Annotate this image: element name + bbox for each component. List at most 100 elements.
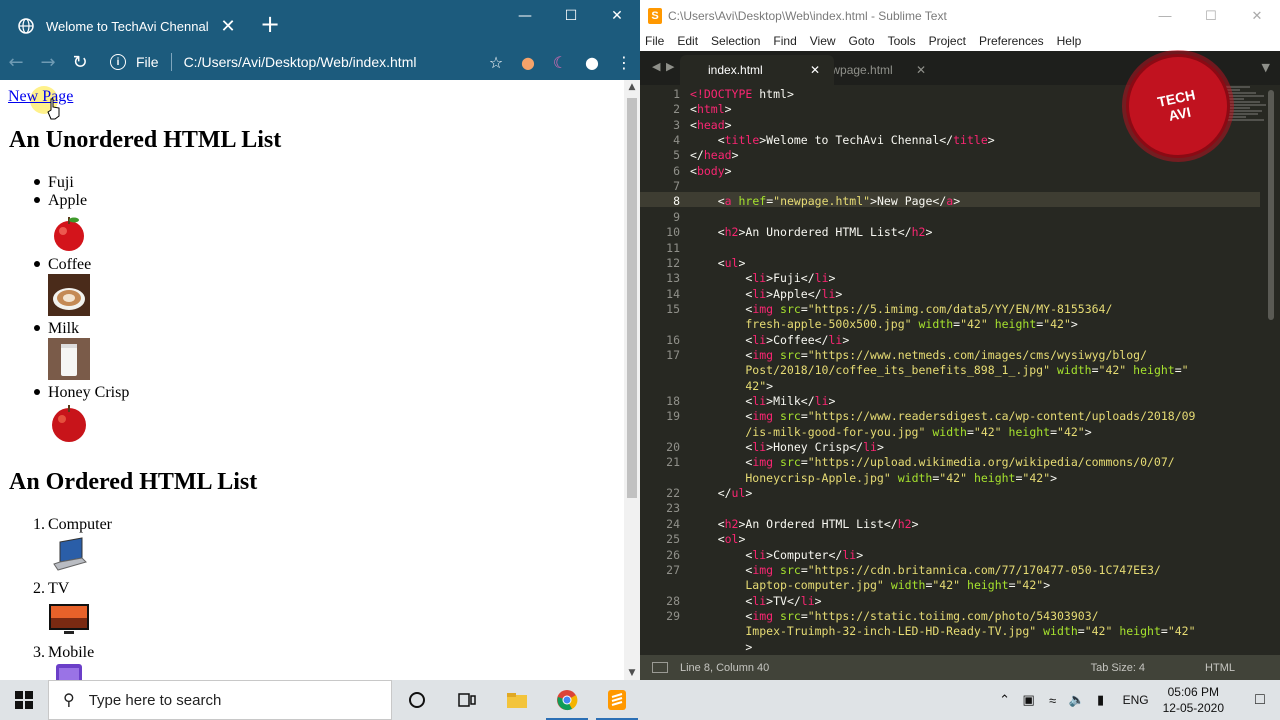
code-token: = bbox=[800, 347, 808, 362]
code-token: " bbox=[1181, 363, 1189, 378]
code-token: < bbox=[690, 608, 753, 623]
menu-item-edit[interactable]: Edit bbox=[677, 34, 698, 48]
code-token: li bbox=[800, 593, 815, 608]
code-token: < bbox=[690, 409, 753, 424]
bullet bbox=[34, 389, 40, 395]
code-token: img bbox=[752, 409, 774, 424]
code-token: < bbox=[690, 255, 725, 270]
tab-close-icon[interactable]: ✕ bbox=[916, 63, 926, 77]
code-token: > bbox=[1084, 424, 1092, 439]
code-token: >Welome to TechAvi Chennal</ bbox=[759, 133, 954, 148]
wifi-icon[interactable]: ≈ bbox=[1041, 693, 1065, 708]
code-token: > bbox=[953, 194, 961, 209]
line-number: 2 bbox=[673, 102, 680, 117]
close-window-icon[interactable]: ✕ bbox=[594, 0, 640, 32]
scroll-up-arrow-icon[interactable]: ▲ bbox=[624, 82, 640, 92]
tab-dropdown-icon[interactable]: ▼ bbox=[1262, 61, 1270, 74]
info-icon[interactable]: i bbox=[110, 54, 126, 70]
line-number: 28 bbox=[666, 593, 680, 608]
code-token: <! bbox=[690, 87, 704, 101]
code-token: "https://www.netmeds.com/images/cms/wysi… bbox=[807, 347, 1148, 362]
battery-icon[interactable]: ▮ bbox=[1089, 692, 1113, 708]
code-token: "https://upload.wikimedia.org/wikipedia/… bbox=[807, 455, 1175, 470]
minimize-icon[interactable]: — bbox=[1142, 0, 1188, 31]
back-icon[interactable]: ← bbox=[0, 46, 32, 78]
list-item-mobile: Mobile bbox=[48, 644, 95, 661]
notification-center-icon[interactable]: □ bbox=[1240, 691, 1280, 709]
clock-date: 12-05-2020 bbox=[1162, 701, 1224, 715]
profile-avatar-icon[interactable]: ● bbox=[576, 53, 608, 72]
scroll-down-arrow-icon[interactable]: ▼ bbox=[624, 668, 640, 678]
menu-item-find[interactable]: Find bbox=[773, 34, 796, 48]
reload-icon[interactable]: ↻ bbox=[64, 46, 96, 78]
menu-item-view[interactable]: View bbox=[810, 34, 836, 48]
list-item-milk: Milk bbox=[48, 320, 80, 337]
windows-start-icon[interactable] bbox=[0, 680, 48, 720]
code-token: > bbox=[925, 225, 933, 240]
file-explorer-icon[interactable] bbox=[492, 680, 542, 720]
menu-item-goto[interactable]: Goto bbox=[849, 34, 875, 48]
tab-size[interactable]: Tab Size: 4 bbox=[1091, 662, 1145, 674]
editor-scrollbar[interactable] bbox=[1268, 90, 1274, 320]
code-token: li bbox=[752, 271, 767, 286]
panel-toggle-icon[interactable] bbox=[652, 662, 668, 673]
tab-close-icon[interactable]: ✕ bbox=[810, 63, 820, 77]
address-bar[interactable]: i File C:/Users/Avi/Desktop/Web/index.ht… bbox=[110, 44, 490, 80]
code-token: >New Page</ bbox=[870, 194, 947, 209]
tab-scroll-right-icon[interactable]: ▶ bbox=[666, 60, 674, 73]
new-tab-button[interactable]: + bbox=[258, 12, 282, 36]
code-token: html bbox=[696, 102, 725, 117]
tab-close-icon[interactable]: ✕ bbox=[218, 17, 238, 35]
theme-moon-icon[interactable]: ☾ bbox=[544, 53, 576, 72]
code-token: > bbox=[835, 286, 843, 301]
code-token: = bbox=[800, 562, 808, 577]
code-token: > bbox=[828, 394, 836, 408]
page-scrollbar-thumb[interactable] bbox=[627, 98, 637, 498]
tab-index[interactable]: index.html ✕ bbox=[680, 55, 834, 85]
page-scrollbar-track[interactable]: ▲ ▼ bbox=[624, 80, 640, 680]
search-icon: ⚲ bbox=[63, 692, 75, 709]
extension-icon[interactable]: ● bbox=[512, 53, 544, 72]
tab-scroll-left-icon[interactable]: ◀ bbox=[652, 60, 660, 73]
menu-item-project[interactable]: Project bbox=[929, 34, 966, 48]
syntax-mode[interactable]: HTML bbox=[1205, 662, 1235, 674]
cursor-position[interactable]: Line 8, Column 40 bbox=[680, 662, 1091, 674]
chevron-up-icon[interactable]: ⌃ bbox=[993, 692, 1017, 708]
cortana-icon[interactable] bbox=[392, 680, 442, 720]
code-editor[interactable]: <!DOCTYPE html> <html> <head> <title>Welom… bbox=[690, 85, 1260, 655]
coffee-image bbox=[48, 274, 90, 316]
line-number: 6 bbox=[673, 163, 680, 178]
code-line: <html> bbox=[690, 102, 732, 117]
code-token: "https://www.readersdigest.ca/wp-content… bbox=[807, 409, 1196, 424]
code-line: <li>Fuji</li> bbox=[690, 271, 835, 286]
menu-kebab-icon[interactable]: ⋮ bbox=[608, 53, 640, 72]
maximize-icon[interactable]: ☐ bbox=[548, 0, 594, 32]
sublime-taskbar-icon[interactable] bbox=[592, 680, 642, 720]
bookmark-star-icon[interactable]: ☆ bbox=[480, 53, 512, 72]
new-page-link[interactable]: New Page bbox=[8, 88, 73, 106]
volume-icon[interactable]: 🔈 bbox=[1065, 692, 1089, 708]
maximize-icon[interactable]: ☐ bbox=[1188, 0, 1234, 31]
task-view-icon[interactable] bbox=[442, 680, 492, 720]
menu-item-selection[interactable]: Selection bbox=[711, 34, 760, 48]
language-indicator[interactable]: ENG bbox=[1123, 693, 1149, 707]
minimize-icon[interactable]: — bbox=[502, 0, 548, 32]
close-window-icon[interactable]: ✕ bbox=[1234, 0, 1280, 31]
code-token: < bbox=[690, 394, 753, 408]
taskbar-search-box[interactable]: ⚲ Type here to search bbox=[48, 680, 392, 720]
bullet bbox=[34, 325, 40, 331]
forward-icon[interactable]: → bbox=[32, 46, 64, 78]
code-line: <img src="https://5.imimg.com/data5/YY/E… bbox=[690, 302, 1112, 317]
menu-item-help[interactable]: Help bbox=[1057, 34, 1082, 48]
clock[interactable]: 05:06 PM 12-05-2020 bbox=[1163, 684, 1224, 716]
network-drive-icon[interactable]: ▣ bbox=[1017, 692, 1041, 708]
menu-item-file[interactable]: File bbox=[645, 34, 664, 48]
menu-item-tools[interactable]: Tools bbox=[888, 34, 916, 48]
chrome-taskbar-icon[interactable] bbox=[542, 680, 592, 720]
chrome-tab[interactable]: Welome to TechAvi Chennal ✕ bbox=[8, 8, 248, 44]
code-token: > bbox=[1043, 578, 1051, 593]
menu-item-preferences[interactable]: Preferences bbox=[979, 34, 1044, 48]
